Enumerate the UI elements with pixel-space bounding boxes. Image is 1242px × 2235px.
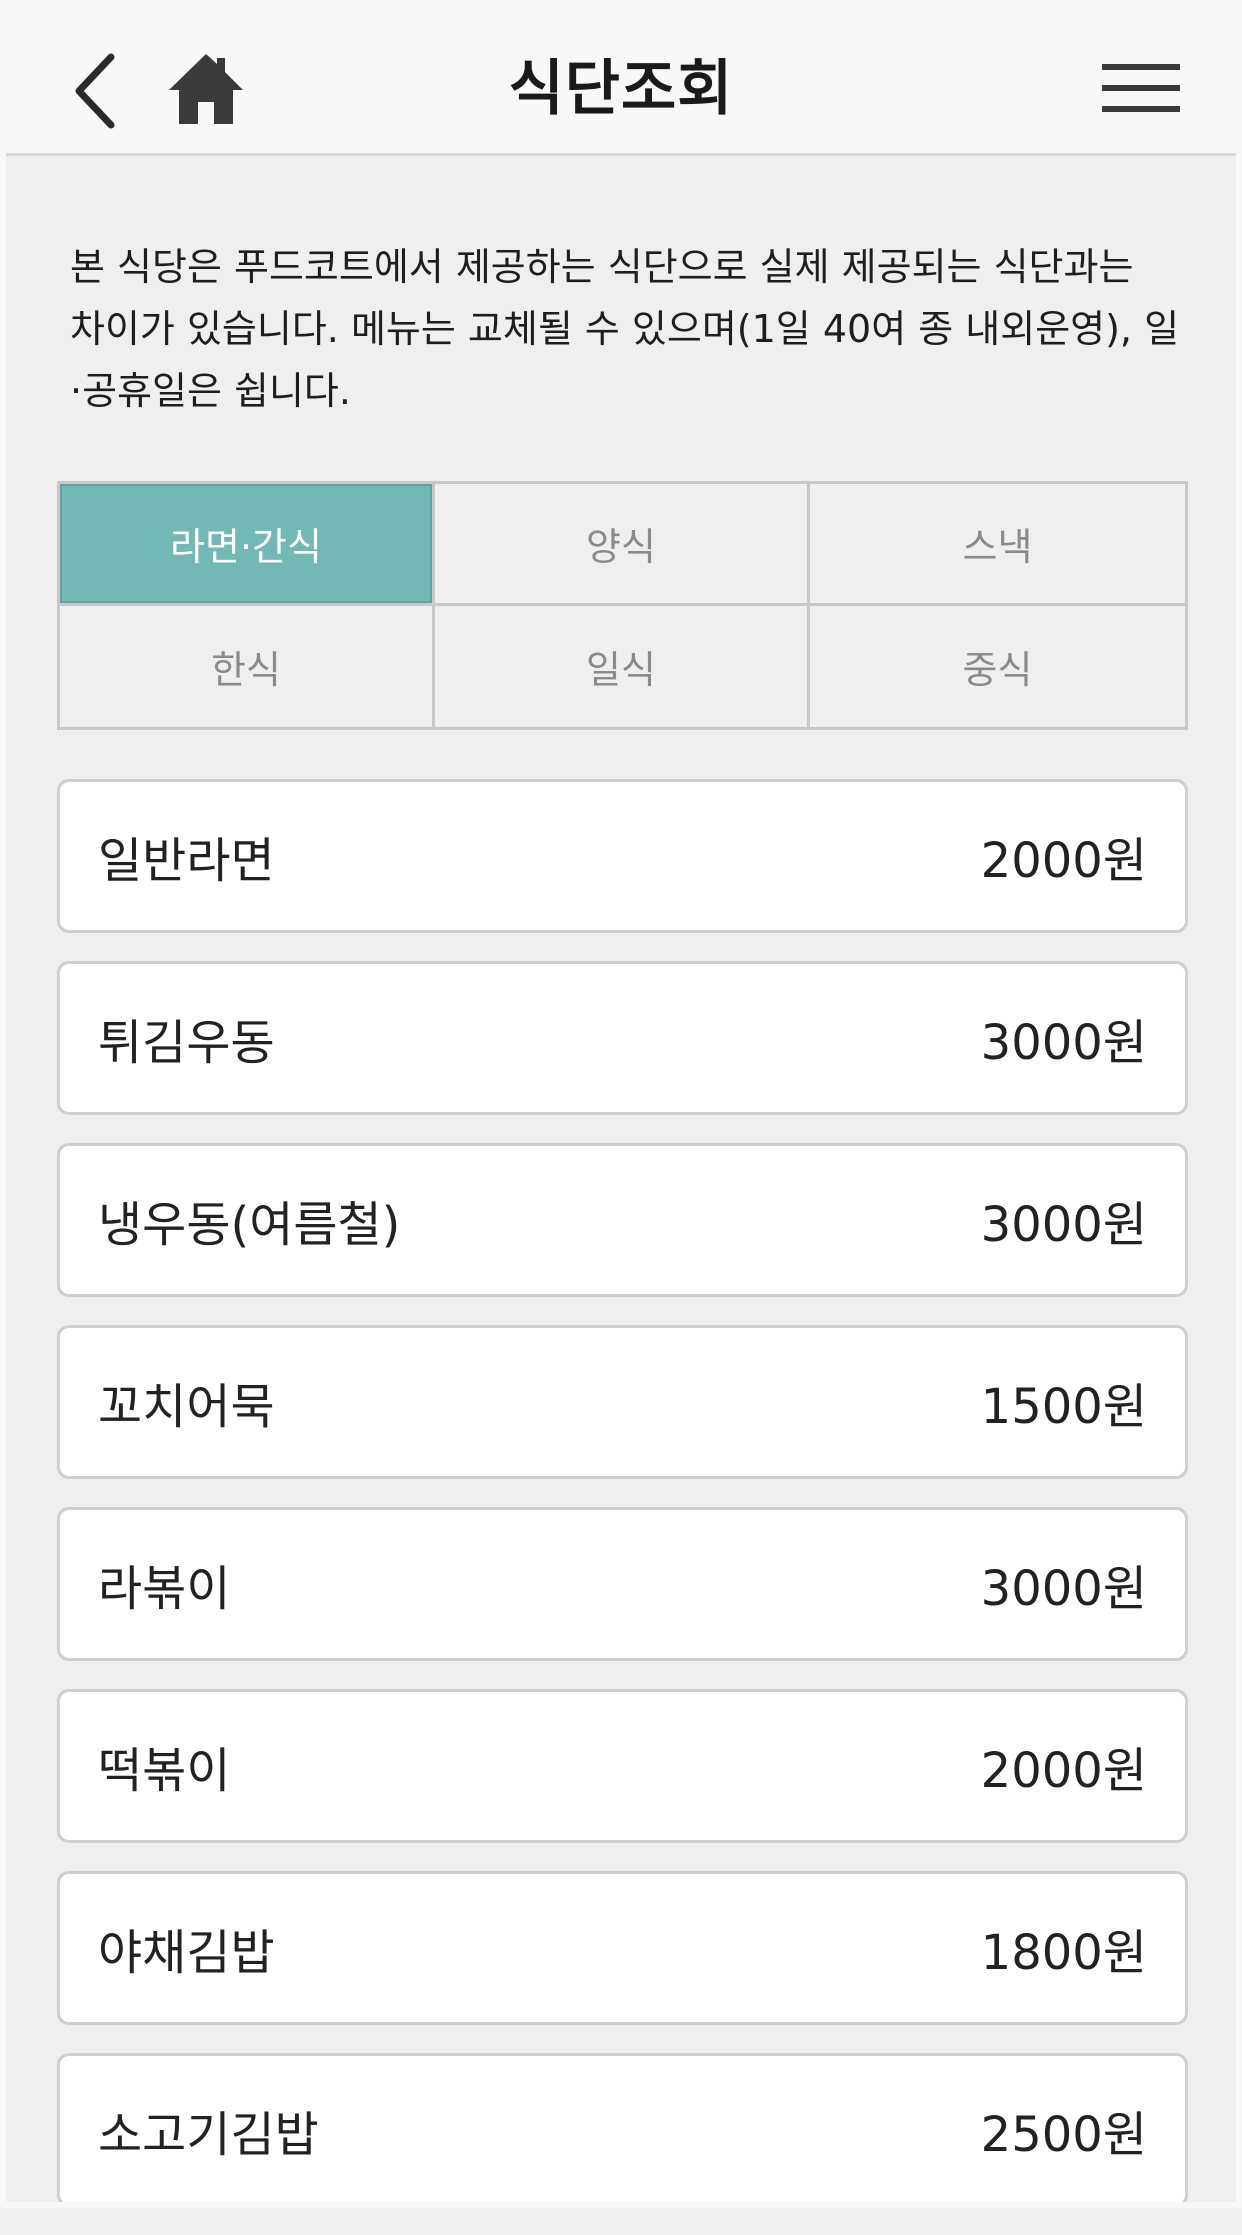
list-item[interactable]: 튀김우동 3000원 [57, 961, 1188, 1115]
notice-text: 본 식당은 푸드코트에서 제공하는 식단으로 실제 제공되는 식단과는 차이가 … [70, 245, 1180, 413]
tab-ramen-snack[interactable]: 라면·간식 [60, 484, 435, 606]
menu-item-name: 꼬치어묵 [98, 1379, 275, 1435]
menu-item-price: 3000원 [980, 1561, 1147, 1617]
list-item[interactable]: 라볶이 3000원 [57, 1507, 1188, 1661]
menu-item-name: 소고기김밥 [98, 2107, 319, 2163]
list-item[interactable]: 꼬치어묵 1500원 [57, 1325, 1188, 1479]
menu-button[interactable] [1096, 48, 1186, 128]
menu-item-price: 2000원 [980, 833, 1147, 889]
menu-item-name: 일반라면 [98, 833, 275, 889]
menu-item-price: 1800원 [980, 1925, 1147, 1981]
menu-item-name: 튀김우동 [98, 1015, 275, 1071]
list-item[interactable]: 일반라면 2000원 [57, 779, 1188, 933]
menu-item-price: 2000원 [980, 1743, 1147, 1799]
hamburger-menu-icon [1102, 64, 1180, 112]
menu-item-price: 1500원 [980, 1379, 1147, 1435]
tab-snack[interactable]: 스낵 [810, 484, 1185, 606]
list-item[interactable]: 떡볶이 2000원 [57, 1689, 1188, 1843]
menu-item-name: 떡볶이 [98, 1743, 231, 1799]
menu-item-name: 냉우동(여름철) [98, 1197, 401, 1253]
menu-item-name: 라볶이 [98, 1561, 231, 1617]
tab-chinese[interactable]: 중식 [810, 606, 1185, 728]
menu-item-name: 야채김밥 [98, 1925, 275, 1981]
category-tabs: 라면·간식 양식 스낵 한식 일식 중식 [57, 481, 1188, 730]
app-header: 식단조회 [6, 6, 1236, 156]
tab-japanese[interactable]: 일식 [435, 605, 810, 727]
list-item[interactable]: 야채김밥 1800원 [57, 1871, 1188, 2025]
list-item[interactable]: 냉우동(여름철) 3000원 [57, 1143, 1188, 1297]
tab-western[interactable]: 양식 [435, 484, 810, 606]
tab-korean[interactable]: 한식 [60, 605, 435, 727]
menu-item-price: 3000원 [980, 1015, 1147, 1071]
page-title: 식단조회 [508, 54, 734, 124]
menu-item-price: 3000원 [980, 1197, 1147, 1253]
menu-item-price: 2500원 [980, 2107, 1147, 2163]
menu-list: 일반라면 2000원 튀김우동 3000원 냉우동(여름철) 3000원 꼬치어… [57, 779, 1188, 2235]
list-item[interactable]: 소고기김밥 2500원 [57, 2053, 1188, 2207]
